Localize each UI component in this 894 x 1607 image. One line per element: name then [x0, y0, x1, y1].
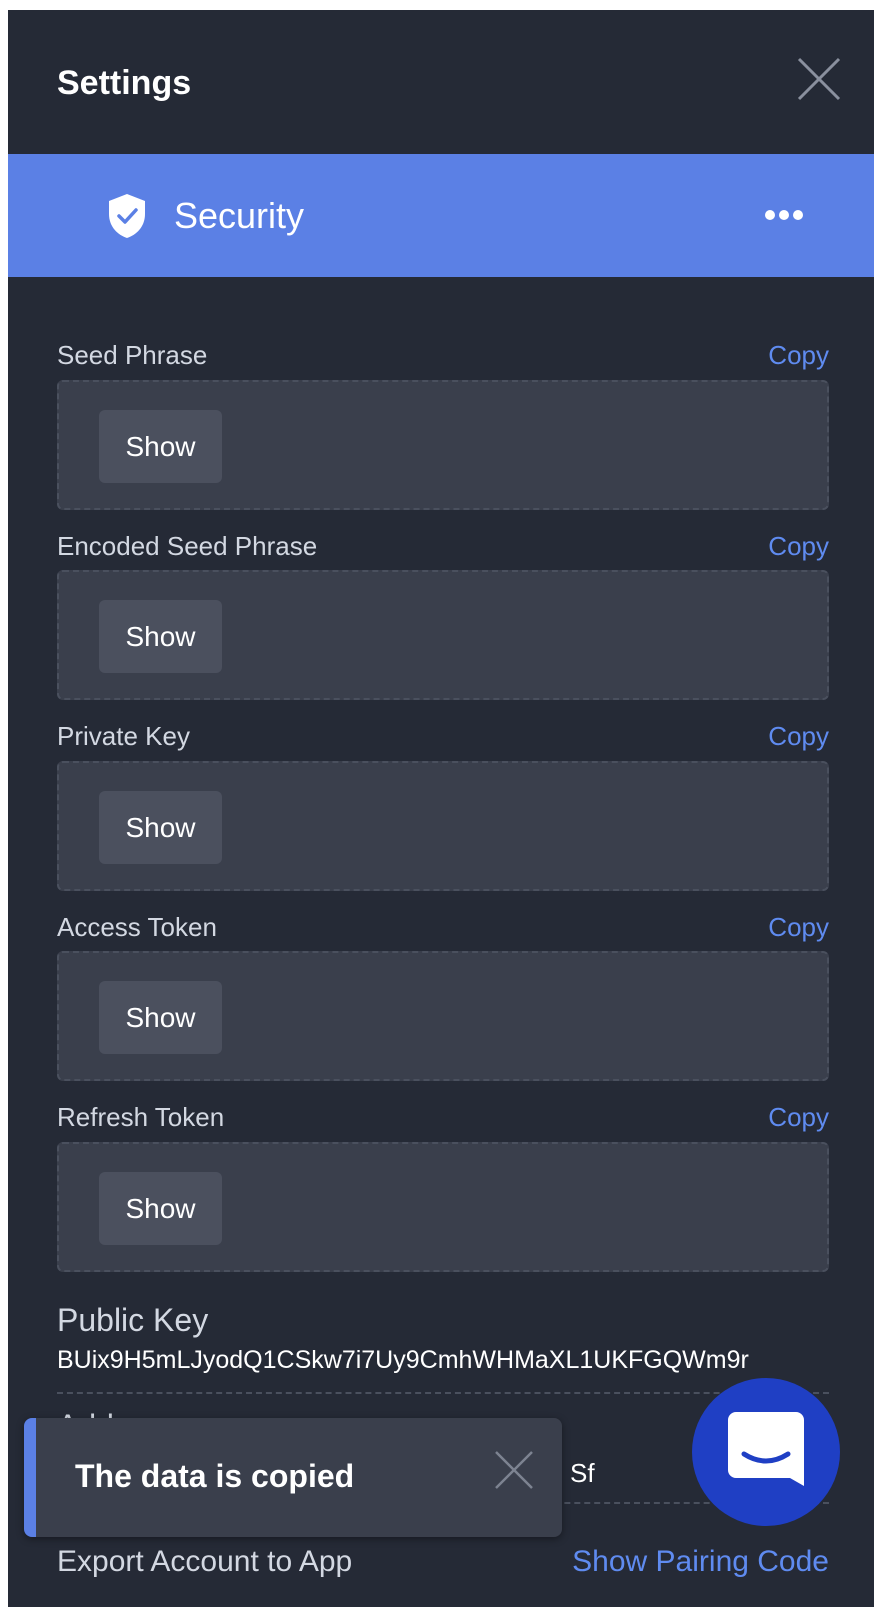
close-button[interactable]	[796, 56, 842, 102]
private-key-box: Show	[57, 761, 829, 891]
settings-header: Settings	[8, 10, 874, 154]
private-key-label: Private Key	[57, 721, 190, 751]
divider	[57, 1392, 829, 1394]
more-options-button[interactable]	[760, 200, 816, 230]
access-token-copy-link[interactable]: Copy	[768, 912, 829, 943]
access-token-box: Show	[57, 951, 829, 1081]
encoded-seed-phrase-label: Encoded Seed Phrase	[57, 531, 318, 561]
export-account-label: Export Account to App	[57, 1545, 353, 1578]
private-key-show-button[interactable]: Show	[99, 791, 222, 864]
page-title: Settings	[57, 64, 192, 102]
seed-phrase-show-button[interactable]: Show	[99, 410, 222, 483]
section-title: Security	[174, 195, 305, 236]
toast-notification: The data is copied	[24, 1418, 562, 1537]
encoded-seed-phrase-show-button[interactable]: Show	[99, 600, 222, 673]
more-horizontal-icon	[765, 210, 803, 220]
close-icon	[495, 1451, 533, 1489]
settings-panel: Settings Security Seed Phrase Copy Show …	[8, 10, 874, 1607]
toast-message: The data is copied	[75, 1458, 355, 1494]
access-token-label: Access Token	[57, 912, 217, 942]
show-pairing-code-link[interactable]: Show Pairing Code	[572, 1545, 829, 1579]
refresh-token-box: Show	[57, 1142, 829, 1272]
toast-close-button[interactable]	[494, 1450, 534, 1490]
address-value: Sf	[570, 1458, 595, 1488]
encoded-seed-phrase-copy-link[interactable]: Copy	[768, 531, 829, 562]
access-token-show-button[interactable]: Show	[99, 981, 222, 1054]
encoded-seed-phrase-box: Show	[57, 570, 829, 700]
chat-button[interactable]	[692, 1378, 840, 1526]
chat-bubble-icon	[728, 1412, 804, 1486]
refresh-token-show-button[interactable]: Show	[99, 1172, 222, 1245]
refresh-token-label: Refresh Token	[57, 1102, 225, 1132]
public-key-label: Public Key	[57, 1302, 209, 1338]
refresh-token-copy-link[interactable]: Copy	[768, 1102, 829, 1133]
private-key-copy-link[interactable]: Copy	[768, 721, 829, 752]
seed-phrase-box: Show	[57, 380, 829, 510]
close-icon	[797, 57, 841, 101]
shield-check-icon	[109, 194, 145, 238]
public-key-value: BUix9H5mLJyodQ1CSkw7i7Uy9CmhWHMaXL1UKFGQ…	[57, 1346, 749, 1374]
seed-phrase-copy-link[interactable]: Copy	[768, 340, 829, 371]
seed-phrase-label: Seed Phrase	[57, 340, 208, 370]
